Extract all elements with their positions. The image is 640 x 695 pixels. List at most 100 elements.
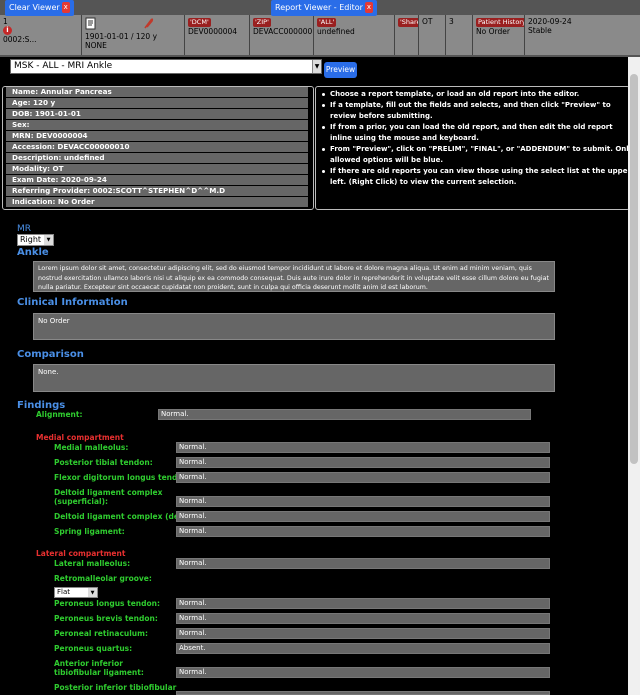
info-indication: Indication: No Order	[6, 197, 308, 207]
dcm-badge[interactable]: 'DCM'	[188, 18, 211, 27]
anterior-tibiofibular-label: Anterior inferior tibiofibular ligament:	[54, 659, 144, 677]
header-cell-modality: OT	[419, 15, 446, 55]
edit-report-icon[interactable]	[85, 17, 97, 30]
peroneus-longus-field[interactable]: Normal.	[176, 598, 550, 609]
chevron-down-icon[interactable]: ▼	[88, 588, 97, 597]
deltoid-superficial-label: Deltoid ligament complex (superficial):	[54, 488, 163, 506]
alignment-label: Alignment:	[36, 410, 83, 419]
posterior-tibiofibular-field[interactable]	[176, 691, 550, 695]
medial-malleolus-field[interactable]: Normal.	[176, 442, 550, 453]
close-icon[interactable]: x	[61, 2, 70, 13]
alignment-field[interactable]: Normal.	[158, 409, 531, 420]
ankle-label: Ankle	[17, 247, 49, 258]
info-sex: Sex:	[6, 120, 308, 130]
deltoid-deep-label: Deltoid ligament complex (deep):	[54, 512, 196, 521]
side-select[interactable]: Right ▼	[17, 234, 54, 246]
deltoid-superficial-field[interactable]: Normal.	[176, 496, 550, 507]
study-status: Stable	[528, 26, 552, 35]
instruction-item: From "Preview", click on "PRELIM", "FINA…	[321, 144, 635, 166]
report-viewer-tab[interactable]: Report Viewer - Editor x	[271, 0, 377, 16]
deltoid-deep-field[interactable]: Normal.	[176, 511, 550, 522]
flexor-digitorum-field[interactable]: Normal.	[176, 472, 550, 483]
patient-id: 0002:S...	[3, 35, 37, 44]
study-date: 2020-09-24	[528, 17, 572, 26]
info-dob: DOB: 1901-01-01	[6, 109, 308, 119]
close-icon[interactable]: x	[364, 2, 373, 13]
anterior-tibiofibular-field[interactable]: Normal.	[176, 667, 550, 678]
instruction-item: If a template, fill out the fields and s…	[321, 100, 635, 122]
peroneus-quartus-field[interactable]: Absent.	[176, 643, 550, 654]
lateral-compartment-heading: Lateral compartment	[36, 549, 126, 558]
spring-ligament-field[interactable]: Normal.	[176, 526, 550, 537]
header-cell-dcm[interactable]: 'DCM' DEV0000004	[185, 15, 250, 55]
patient-info-panel: Name: Annular Pancreas Age: 120 y DOB: 1…	[2, 86, 314, 210]
instruction-item: If from a prior, you can load the old re…	[321, 122, 635, 144]
attachment-icon[interactable]	[142, 17, 154, 30]
retromalleolar-groove-select[interactable]: Flat ▼	[54, 587, 98, 598]
header-cell-zip[interactable]: 'ZIP' DEVACC000000...	[250, 15, 314, 55]
side-select-value: Right	[20, 235, 42, 244]
peroneus-longus-label: Peroneus longus tendon:	[54, 599, 160, 608]
lateral-malleolus-label: Lateral malleolus:	[54, 559, 131, 568]
info-modality: Modality: OT	[6, 164, 308, 174]
row-number: 1	[3, 17, 8, 26]
zip-badge[interactable]: 'ZIP'	[253, 18, 271, 27]
peroneal-retinaculum-label: Peroneal retinaculum:	[54, 629, 148, 638]
retromalleolar-groove-label: Retromalleolar groove:	[54, 574, 152, 583]
clinical-info-field[interactable]: No Order	[33, 313, 555, 340]
preview-button[interactable]: Preview	[324, 62, 357, 78]
peroneal-retinaculum-field[interactable]: Normal.	[176, 628, 550, 639]
instructions-list: Choose a report template, or load an old…	[321, 89, 635, 188]
header-cell-dob[interactable]: 1901-01-01 / 120 y NONE	[82, 15, 185, 55]
posterior-tibial-field[interactable]: Normal.	[176, 457, 550, 468]
peroneus-quartus-label: Peroneus quartus:	[54, 644, 133, 653]
clear-viewer-label: Clear Viewer	[9, 3, 60, 12]
info-name: Name: Annular Pancreas	[6, 87, 308, 97]
spring-ligament-label: Spring ligament:	[54, 527, 125, 536]
template-select-value: MSK - ALL - MRI Ankle	[14, 61, 113, 71]
patient-history-badge[interactable]: Patient History	[476, 18, 524, 27]
modality-value: OT	[422, 17, 433, 26]
all-badge[interactable]: 'ALL'	[317, 18, 337, 27]
info-mrn: MRN: DEV0000004	[6, 131, 308, 141]
all-value: undefined	[317, 27, 355, 36]
count-value: 3	[449, 17, 454, 26]
clinical-info-heading: Clinical Information	[17, 297, 128, 308]
comparison-field[interactable]: None.	[33, 364, 555, 392]
info-exam-date: Exam Date: 2020-09-24	[6, 175, 308, 185]
scrollbar-thumb[interactable]	[630, 74, 638, 464]
comparison-heading: Comparison	[17, 349, 84, 360]
retromalleolar-groove-value: Flat	[57, 588, 71, 596]
flag-value: NONE	[85, 41, 107, 50]
report-viewer-label: Report Viewer - Editor	[275, 3, 363, 12]
posterior-tibiofibular-label: Posterior inferior tibiofibular	[54, 683, 177, 692]
info-accession: Accession: DEVACC00000010	[6, 142, 308, 152]
peroneus-brevis-field[interactable]: Normal.	[176, 613, 550, 624]
history-value: No Order	[476, 27, 510, 36]
medial-compartment-heading: Medial compartment	[36, 433, 124, 442]
peroneus-brevis-label: Peroneus brevis tendon:	[54, 614, 158, 623]
header-cell-share[interactable]: 'Share'	[395, 15, 419, 55]
header-cell-patient[interactable]: 1 i 0002:S...	[0, 15, 82, 55]
medial-malleolus-label: Medial malleolus:	[54, 443, 129, 452]
header-cell-all[interactable]: 'ALL' undefined	[314, 15, 395, 55]
info-referring-provider: Referring Provider: 0002:SCOTT^STEPHEN^D…	[6, 186, 308, 196]
lateral-malleolus-field[interactable]: Normal.	[176, 558, 550, 569]
info-age: Age: 120 y	[6, 98, 308, 108]
flexor-digitorum-label: Flexor digitorum longus tendon:	[54, 473, 191, 482]
header-cell-date: 2020-09-24 Stable	[525, 15, 640, 55]
dcm-value: DEV0000004	[188, 27, 238, 36]
clear-viewer-tab[interactable]: Clear Viewer x	[5, 0, 74, 16]
template-select[interactable]: MSK - ALL - MRI Ankle ▼	[10, 59, 322, 74]
header-cell-count: 3	[446, 15, 473, 55]
zip-value: DEVACC000000...	[253, 27, 314, 36]
dob-age: 1901-01-01 / 120 y	[85, 32, 158, 41]
lorem-text[interactable]: Lorem ipsum dolor sit amet, consectetur …	[33, 261, 555, 292]
info-description: Description: undefined	[6, 153, 308, 163]
chevron-down-icon[interactable]: ▼	[312, 60, 321, 73]
header-cell-history[interactable]: Patient History No Order	[473, 15, 525, 55]
share-badge[interactable]: 'Share'	[398, 18, 418, 27]
study-header-bar: 1 i 0002:S... 1901-01-01 / 120 y NONE 'D…	[0, 0, 640, 57]
posterior-tibial-label: Posterior tibial tendon:	[54, 458, 153, 467]
chevron-down-icon[interactable]: ▼	[44, 235, 53, 245]
